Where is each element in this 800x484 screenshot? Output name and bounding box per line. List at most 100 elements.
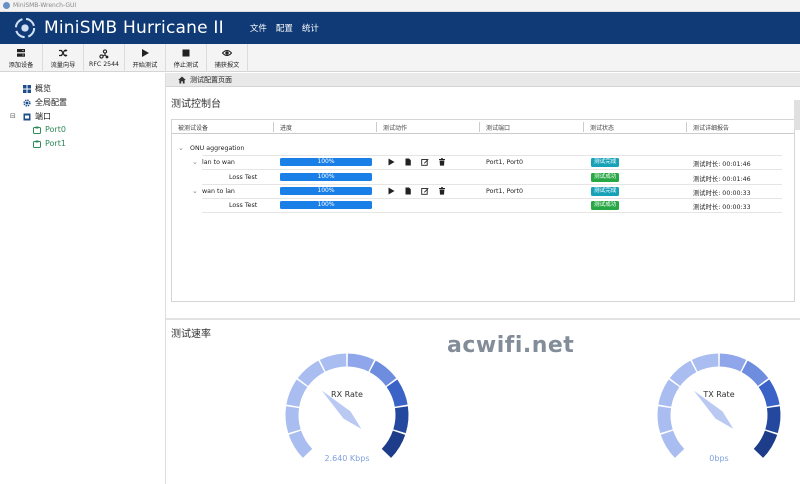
gauge-segment: [765, 406, 781, 434]
stop-test-button[interactable]: 停止测试: [166, 44, 207, 72]
gauge-name: TX Rate: [703, 390, 735, 399]
menu-stats[interactable]: 统计: [302, 22, 319, 34]
row-actions: [387, 158, 446, 167]
column-divider: [376, 122, 377, 132]
eye-icon: [222, 49, 232, 56]
row-device-name: ONU aggregation: [190, 145, 245, 152]
add-device-button[interactable]: 添加设备: [0, 44, 43, 72]
scrollbar[interactable]: [794, 100, 800, 130]
col-progress[interactable]: 进度: [280, 123, 292, 132]
row-device-name: wan to lan: [202, 187, 235, 195]
top-menu: 文件 配置 统计: [250, 22, 319, 34]
stop-icon: [182, 49, 190, 56]
app-title: MiniSMB Hurricane II: [44, 18, 224, 38]
column-divider: [583, 122, 584, 132]
home-icon: [178, 76, 186, 83]
trash-icon[interactable]: [438, 158, 446, 166]
play-icon[interactable]: [387, 187, 395, 195]
toolbar: 添加设备 流量向导 RFC 2544 开始测试 停止测试 捕获报文: [0, 44, 800, 72]
sidebar-item-ports[interactable]: 端口: [23, 111, 51, 122]
watermark-text: acwifi.net: [447, 333, 575, 358]
window-titlebar: MiniSMB-Wrench-GUI: [0, 0, 800, 12]
rfc2544-button[interactable]: RFC 2544: [84, 44, 125, 72]
row-device-name: lan to wan: [202, 159, 235, 167]
edit-icon[interactable]: [421, 158, 429, 167]
expand-chevron-icon[interactable]: ⌄: [192, 158, 198, 166]
column-divider: [479, 122, 480, 132]
sidebar-item-port1[interactable]: Port1: [33, 139, 66, 148]
add-device-label: 添加设备: [8, 61, 34, 69]
table-row[interactable]: Loss Test 100% 测试成功 测试时长: 00:00:33: [172, 199, 792, 214]
start-test-label: 开始测试: [132, 61, 158, 69]
window-title: MiniSMB-Wrench-GUI: [13, 2, 77, 9]
file-icon[interactable]: [404, 187, 412, 195]
breadcrumb: 测试配置页面: [166, 73, 800, 87]
grid-icon: [23, 84, 31, 93]
trash-icon[interactable]: [438, 187, 446, 195]
gauge-segment: [719, 353, 747, 372]
tx-rate-gauge: TX Rate 0bps: [644, 340, 794, 484]
menu-config[interactable]: 配置: [276, 22, 293, 34]
column-divider: [273, 122, 274, 132]
gauge-segment: [691, 353, 719, 372]
gauge-segment: [319, 353, 347, 372]
gauge-segment: [669, 360, 697, 387]
port-icon: [33, 126, 41, 134]
sidebar-item-overview[interactable]: 概览: [23, 83, 51, 94]
gauge-segment: [285, 406, 301, 434]
table-row[interactable]: ⌄ wan to lan 100% Port1, Port0 测试完成 测试时长: 00:…: [172, 185, 792, 199]
rx-rate-gauge: RX Rate 2.640 Kbps: [272, 340, 422, 484]
progress-bar: 100%: [280, 172, 372, 181]
sidebar-tree: 概览 全局配置 ⊟ 端口 Port0 Port1: [0, 73, 166, 484]
gauge-segment: [347, 353, 375, 372]
gauge-segment: [660, 430, 685, 458]
app-header: MiniSMB Hurricane II 文件 配置 统计: [0, 12, 800, 44]
progress-bar: 100%: [280, 201, 372, 210]
menu-file[interactable]: 文件: [250, 22, 267, 34]
status-badge: 测试完成: [591, 186, 620, 196]
expand-chevron-icon[interactable]: ⌄: [178, 144, 184, 152]
row-report: 测试时长: 00:00:33: [693, 189, 751, 197]
main-content: 测试配置页面 测试控制台 被测试设备 进度 测试动作 测试端口 测试状态 测试详…: [166, 73, 800, 484]
play-icon[interactable]: [387, 158, 395, 166]
column-divider: [686, 122, 687, 132]
play-icon: [142, 48, 149, 57]
row-ports: Port1, Port0: [486, 187, 523, 195]
sidebar-item-global-config[interactable]: 全局配置: [23, 97, 67, 108]
gauge-segment: [381, 430, 406, 458]
sidebar-item-port0[interactable]: Port0: [33, 125, 66, 134]
status-badge: 测试成功: [591, 172, 620, 182]
table-row[interactable]: ⌄ ONU aggregation: [172, 142, 792, 156]
breadcrumb-label: 测试配置页面: [190, 75, 232, 84]
capture-packets-label: 捕获报文: [214, 61, 240, 69]
edit-icon[interactable]: [421, 187, 429, 195]
row-device-name: Loss Test: [229, 202, 258, 210]
start-test-button[interactable]: 开始测试: [125, 44, 166, 72]
collapse-toggle-icon[interactable]: ⊟: [10, 112, 16, 120]
col-action[interactable]: 测试动作: [383, 123, 407, 132]
server-icon: [17, 48, 25, 57]
gauge-segment: [741, 360, 769, 387]
row-report: 测试时长: 00:01:46: [693, 175, 751, 183]
file-icon[interactable]: [404, 158, 412, 166]
gauge-segment: [288, 430, 313, 458]
sidebar-item-label: Port0: [45, 125, 66, 134]
row-ports: Port1, Port0: [486, 159, 523, 167]
row-report: 测试时长: 00:01:46: [693, 161, 751, 169]
col-report[interactable]: 测试详细报告: [693, 123, 729, 132]
col-status[interactable]: 测试状态: [590, 123, 614, 132]
capture-packets-button[interactable]: 捕获报文: [207, 44, 248, 72]
col-device[interactable]: 被测试设备: [178, 123, 208, 132]
row-report: 测试时长: 00:00:33: [693, 204, 751, 212]
progress-bar: 100%: [280, 158, 372, 167]
gauge-name: RX Rate: [331, 390, 363, 399]
port-icon: [33, 140, 41, 148]
gauge-value: 0bps: [709, 454, 729, 463]
table-row[interactable]: ⌄ lan to wan 100% Port1, Port0 测试完成 测试时长: 00:…: [172, 156, 792, 171]
status-badge: 测试成功: [591, 201, 620, 211]
table-row[interactable]: Loss Test 100% 测试成功 测试时长: 00:01:46: [172, 171, 792, 185]
section-divider: [166, 318, 800, 320]
expand-chevron-icon[interactable]: ⌄: [192, 187, 198, 195]
col-ports[interactable]: 测试端口: [486, 123, 510, 132]
traffic-wizard-button[interactable]: 流量向导: [43, 44, 84, 72]
